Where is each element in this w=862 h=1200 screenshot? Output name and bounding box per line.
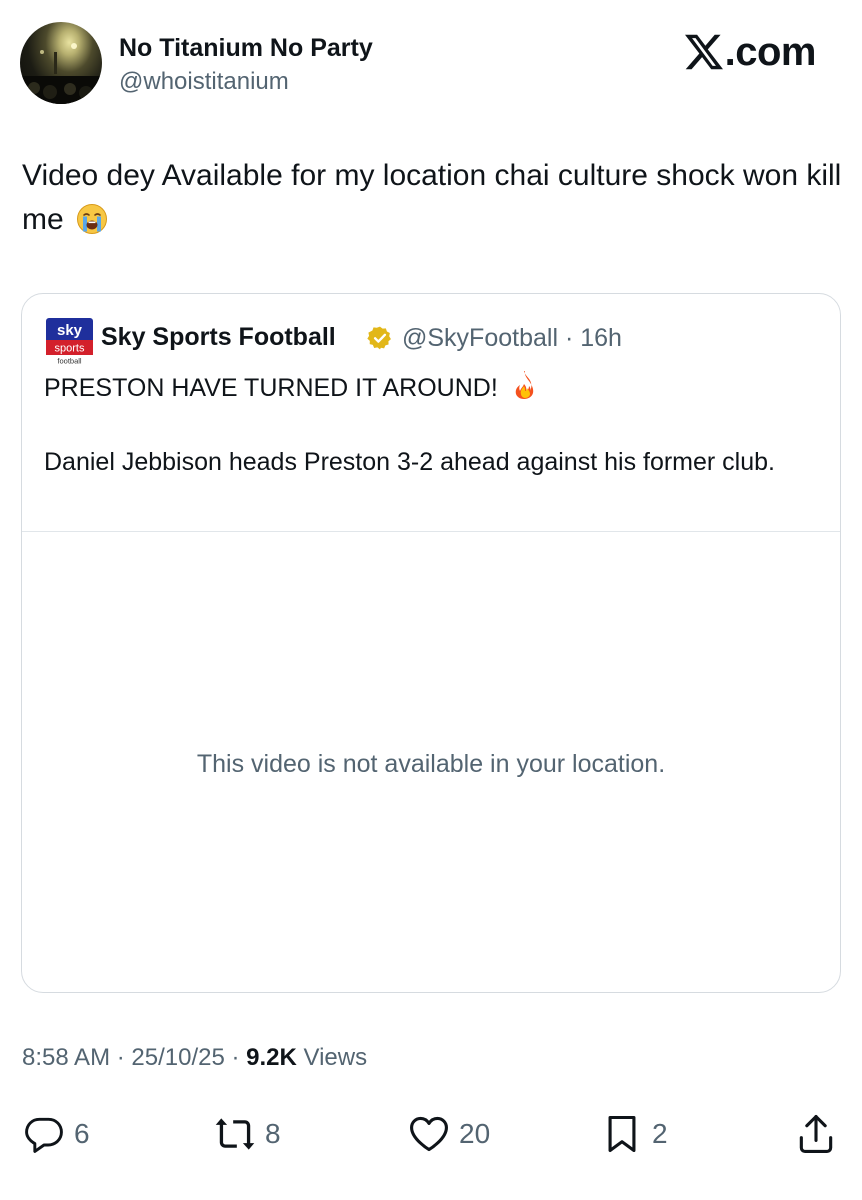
quoted-author-name[interactable]: Sky Sports Football: [101, 323, 336, 352]
quoted-headline: PRESTON HAVE TURNED IT AROUND!: [44, 374, 498, 402]
reply-button[interactable]: 6: [22, 1108, 90, 1160]
quoted-text-line2: Daniel Jebbison heads Preston 3-2 ahead …: [44, 448, 775, 476]
like-count: 20: [459, 1118, 491, 1149]
bookmark-button[interactable]: 2: [600, 1108, 668, 1160]
quoted-handle-time: @SkyFootball · 16h: [402, 324, 622, 352]
quoted-text-line1: PRESTON HAVE TURNED IT AROUND!: [44, 370, 537, 403]
fire-icon: [515, 371, 533, 399]
sky-sports-football-logo[interactable]: sky sports football: [46, 318, 93, 366]
repost-count: 8: [265, 1118, 281, 1149]
views-count: 9.2K: [246, 1044, 297, 1071]
sky-logo-line2: sports: [55, 343, 85, 355]
views-label: Views: [296, 1044, 368, 1071]
repost-icon: [215, 1118, 255, 1150]
reply-icon: [25, 1117, 63, 1153]
tweet-meta: 8:58 AM · 25/10/25 · 9.2K Views: [22, 1044, 367, 1072]
bookmark-count: 2: [652, 1118, 668, 1149]
author-handle[interactable]: @whoistitanium: [119, 68, 289, 96]
sky-logo-line3: football: [57, 357, 82, 366]
tweet-body: Video dey Available for my location chai…: [22, 159, 842, 236]
video-unavailable-notice: This video is not available in your loca…: [196, 750, 666, 778]
like-button[interactable]: 20: [407, 1108, 490, 1160]
tweet-actions-bar: 6 8 20 2: [0, 1108, 862, 1160]
x-brand-logo: .com: [683, 30, 817, 74]
share-button[interactable]: [794, 1108, 838, 1160]
tweet-header: No Titanium No Party @whoistitanium .com: [20, 22, 842, 108]
author-name[interactable]: No Titanium No Party: [119, 34, 373, 63]
x-logo-icon: [684, 34, 723, 70]
repost-button[interactable]: 8: [213, 1108, 281, 1160]
quoted-tweet-card[interactable]: sky sports football Sky Sports Football …: [21, 293, 841, 993]
quoted-media-divider: [22, 531, 840, 532]
tweet-time-date[interactable]: 8:58 AM · 25/10/25 ·: [22, 1044, 246, 1071]
loudly-crying-face-icon: [77, 204, 108, 234]
share-icon: [799, 1115, 833, 1153]
quoted-tweet-header: sky sports football Sky Sports Football …: [44, 318, 824, 366]
tweet-text: Video dey Available for my location chai…: [22, 154, 842, 242]
bookmark-icon: [608, 1115, 636, 1153]
brand-domain-text: .com: [724, 30, 817, 74]
heart-icon: [410, 1116, 448, 1152]
sky-logo-line1: sky: [57, 322, 83, 339]
verified-badge-icon: [367, 326, 391, 350]
reply-count: 6: [74, 1118, 90, 1149]
author-avatar[interactable]: [20, 22, 102, 104]
